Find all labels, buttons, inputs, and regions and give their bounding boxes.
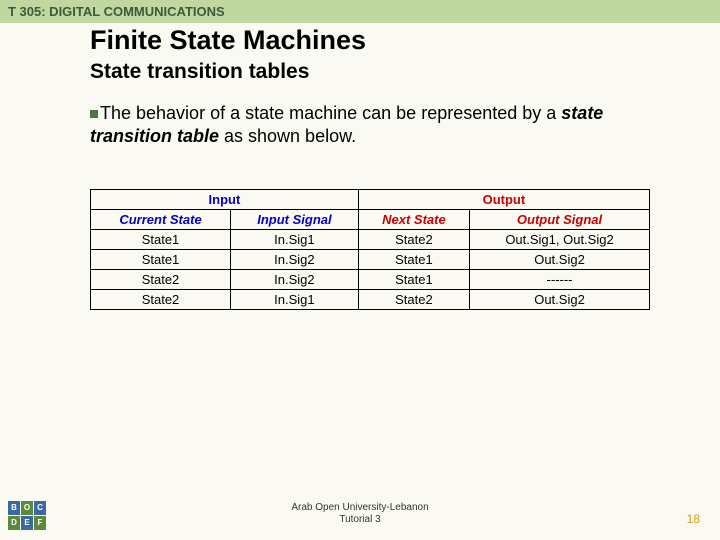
table-group-header: Input Output bbox=[91, 189, 650, 209]
cell-os: ------ bbox=[470, 269, 650, 289]
cell-cs: State2 bbox=[91, 269, 231, 289]
group-input: Input bbox=[91, 189, 359, 209]
col-current-state: Current State bbox=[91, 209, 231, 229]
cell-os: Out.Sig1, Out.Sig2 bbox=[470, 229, 650, 249]
cell-cs: State1 bbox=[91, 229, 231, 249]
course-header: T 305: DIGITAL COMMUNICATIONS bbox=[0, 0, 720, 23]
state-transition-table: Input Output Current State Input Signal … bbox=[90, 189, 650, 310]
col-output-signal: Output Signal bbox=[470, 209, 650, 229]
slide-content: Finite State Machines State transition t… bbox=[0, 25, 720, 310]
slide-title: Finite State Machines bbox=[90, 25, 640, 56]
table-row: State2 In.Sig2 State1 ------ bbox=[91, 269, 650, 289]
state-transition-table-wrap: Input Output Current State Input Signal … bbox=[90, 189, 650, 310]
cell-cs: State1 bbox=[91, 249, 231, 269]
cell-cs: State2 bbox=[91, 289, 231, 309]
footer: Arab Open University-Lebanon Tutorial 3 bbox=[0, 502, 720, 526]
cell-ns: State2 bbox=[358, 289, 469, 309]
table-row: State1 In.Sig1 State2 Out.Sig1, Out.Sig2 bbox=[91, 229, 650, 249]
cell-ns: State1 bbox=[358, 249, 469, 269]
col-next-state: Next State bbox=[358, 209, 469, 229]
table-column-header: Current State Input Signal Next State Ou… bbox=[91, 209, 650, 229]
bullet-text-pre: The behavior of a state machine can be r… bbox=[100, 103, 561, 123]
cell-os: Out.Sig2 bbox=[470, 249, 650, 269]
cell-is: In.Sig2 bbox=[231, 269, 359, 289]
cell-ns: State1 bbox=[358, 269, 469, 289]
bullet-paragraph: The behavior of a state machine can be r… bbox=[90, 102, 640, 149]
table-row: State1 In.Sig2 State1 Out.Sig2 bbox=[91, 249, 650, 269]
table-row: State2 In.Sig1 State2 Out.Sig2 bbox=[91, 289, 650, 309]
group-output: Output bbox=[358, 189, 649, 209]
cell-is: In.Sig2 bbox=[231, 249, 359, 269]
slide-subtitle: State transition tables bbox=[90, 60, 640, 84]
cell-os: Out.Sig2 bbox=[470, 289, 650, 309]
bullet-icon bbox=[90, 110, 98, 118]
col-input-signal: Input Signal bbox=[231, 209, 359, 229]
course-code: T 305: DIGITAL COMMUNICATIONS bbox=[8, 4, 225, 19]
cell-ns: State2 bbox=[358, 229, 469, 249]
page-number: 18 bbox=[687, 512, 700, 526]
cell-is: In.Sig1 bbox=[231, 229, 359, 249]
footer-line1: Arab Open University-Lebanon bbox=[291, 502, 428, 513]
cell-is: In.Sig1 bbox=[231, 289, 359, 309]
footer-line2: Tutorial 3 bbox=[339, 514, 380, 525]
bullet-text-post: as shown below. bbox=[219, 126, 356, 146]
